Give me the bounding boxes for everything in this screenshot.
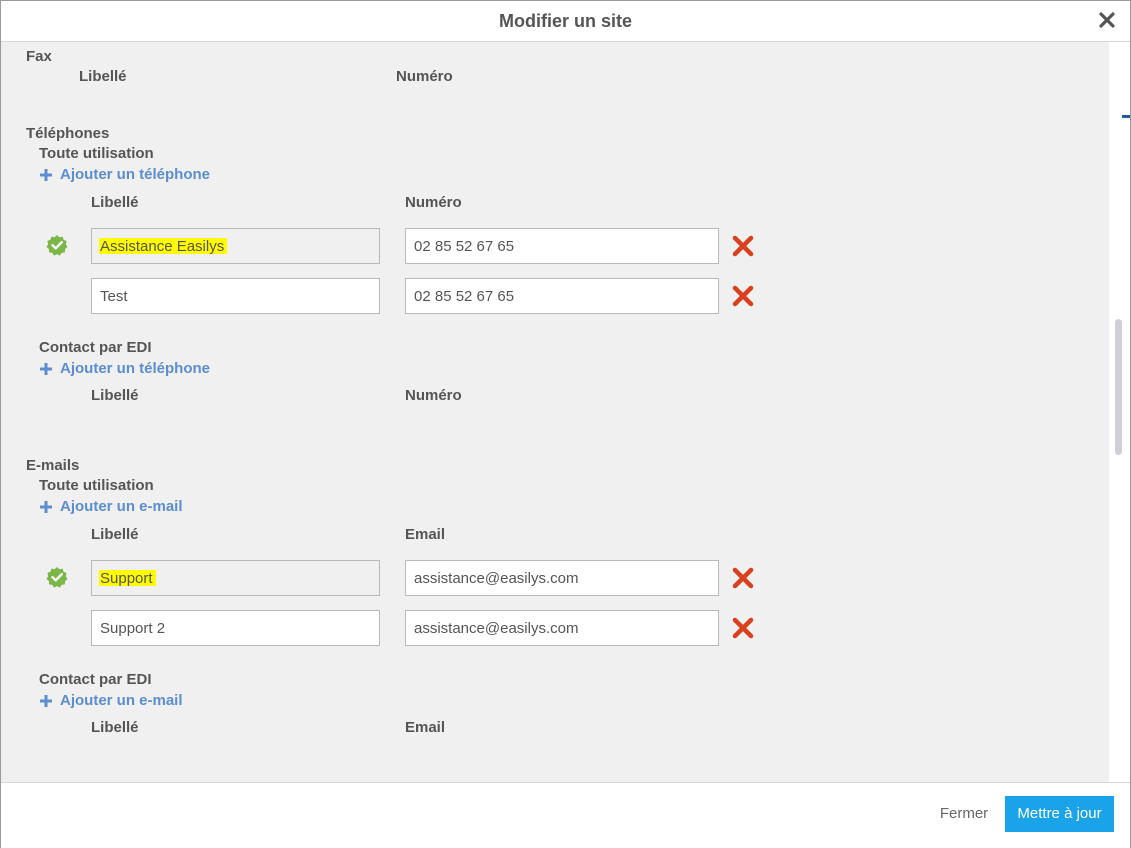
phones-edi-title: Contact par EDI xyxy=(39,339,152,356)
update-button[interactable]: Mettre à jour xyxy=(1005,796,1114,832)
phones-col-label: Libellé xyxy=(91,194,139,211)
add-phone-edi-link[interactable]: Ajouter un téléphone xyxy=(39,360,210,377)
delete-x-icon[interactable] xyxy=(731,234,755,258)
phones-col-number: Numéro xyxy=(405,194,462,211)
plus-icon xyxy=(40,168,52,181)
scrollbar-thumb[interactable] xyxy=(1115,319,1122,455)
add-email-edi-link[interactable]: Ajouter un e-mail xyxy=(39,692,183,709)
close-button[interactable]: Fermer xyxy=(927,796,1001,832)
fax-col-label: Libellé xyxy=(79,68,127,85)
emails-section-title: E-mails xyxy=(26,457,80,474)
close-icon[interactable] xyxy=(1098,11,1116,29)
plus-icon xyxy=(40,500,52,513)
email-label-input[interactable] xyxy=(91,610,380,646)
emails-edi-col-email: Email xyxy=(405,719,446,736)
vertical-scrollbar[interactable] xyxy=(1109,42,1130,782)
check-badge-icon xyxy=(46,235,68,256)
emails-col-email: Email xyxy=(405,526,446,543)
fax-section-title: Fax xyxy=(26,48,52,65)
edit-site-modal: Modifier un site Fax Libellé Numéro Télé… xyxy=(0,0,1131,848)
add-phone-edi-label: Ajouter un téléphone xyxy=(60,360,210,377)
add-phone-general-link[interactable]: Ajouter un téléphone xyxy=(39,166,210,183)
phones-edi-col-label: Libellé xyxy=(91,387,139,404)
fax-col-number: Numéro xyxy=(396,68,453,85)
phones-general-title: Toute utilisation xyxy=(39,145,154,162)
add-email-edi-label: Ajouter un e-mail xyxy=(60,692,183,709)
add-email-general-link[interactable]: Ajouter un e-mail xyxy=(39,498,183,515)
plus-icon xyxy=(40,694,52,707)
phone-number-input[interactable] xyxy=(405,228,719,264)
background-edge xyxy=(1122,115,1130,118)
delete-x-icon[interactable] xyxy=(731,616,755,640)
add-email-general-label: Ajouter un e-mail xyxy=(60,498,183,515)
phone-label-input[interactable] xyxy=(91,278,380,314)
email-address-input[interactable] xyxy=(405,610,719,646)
phone-number-input[interactable] xyxy=(405,278,719,314)
delete-x-icon[interactable] xyxy=(731,566,755,590)
add-phone-general-label: Ajouter un téléphone xyxy=(60,166,210,183)
emails-edi-title: Contact par EDI xyxy=(39,671,152,688)
phone-label-input[interactable] xyxy=(91,228,380,264)
modal-title: Modifier un site xyxy=(498,11,632,31)
modal-body: Fax Libellé Numéro Téléphones Toute util… xyxy=(1,42,1109,782)
email-label-input[interactable] xyxy=(91,560,380,596)
phones-edi-col-number: Numéro xyxy=(405,387,462,404)
email-address-input[interactable] xyxy=(405,560,719,596)
modal-header: Modifier un site xyxy=(1,1,1130,42)
plus-icon xyxy=(40,362,52,375)
emails-edi-col-label: Libellé xyxy=(91,719,139,736)
check-badge-icon xyxy=(46,567,68,588)
delete-x-icon[interactable] xyxy=(731,284,755,308)
emails-col-label: Libellé xyxy=(91,526,139,543)
emails-general-title: Toute utilisation xyxy=(39,477,154,494)
phones-section-title: Téléphones xyxy=(26,125,110,142)
